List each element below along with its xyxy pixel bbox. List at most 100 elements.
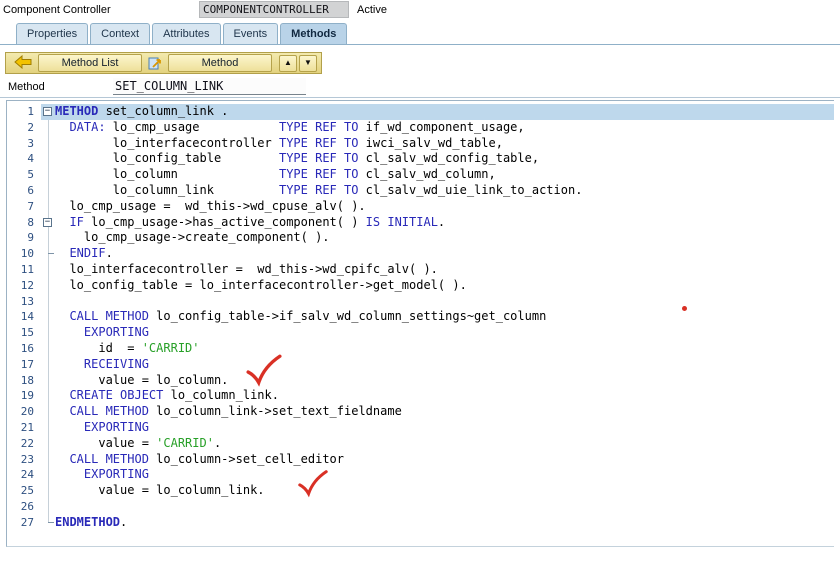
- line-number: 14: [7, 309, 41, 325]
- code-lines: 1−METHOD set_column_link .2 DATA: lo_cmp…: [7, 104, 834, 531]
- controller-type-label: Component Controller: [3, 4, 111, 16]
- method-name-row: Method SET_COLUMN_LINK: [0, 78, 840, 96]
- fold-column: [41, 436, 55, 452]
- fold-column: [41, 120, 55, 136]
- fold-collapse-icon[interactable]: −: [43, 218, 52, 227]
- fold-column: [41, 420, 55, 436]
- line-number: 27: [7, 515, 41, 531]
- code-line-13[interactable]: 13: [7, 294, 834, 310]
- fold-column: [41, 246, 55, 262]
- line-number: 20: [7, 404, 41, 420]
- code-line-8[interactable]: 8− IF lo_cmp_usage->has_active_component…: [7, 215, 834, 231]
- code-line-5[interactable]: 5 lo_column TYPE REF TO cl_salv_wd_colum…: [7, 167, 834, 183]
- code-line-9[interactable]: 9 lo_cmp_usage->create_component( ).: [7, 230, 834, 246]
- code-line-12[interactable]: 12 lo_config_table = lo_interfacecontrol…: [7, 278, 834, 294]
- code-line-26[interactable]: 26: [7, 499, 834, 515]
- line-number: 16: [7, 341, 41, 357]
- fold-column: [41, 309, 55, 325]
- code-line-24[interactable]: 24 EXPORTING: [7, 467, 834, 483]
- code-text: [55, 499, 834, 515]
- line-number: 1: [7, 104, 41, 120]
- code-line-20[interactable]: 20 CALL METHOD lo_column_link->set_text_…: [7, 404, 834, 420]
- fold-end-mark: [48, 253, 54, 254]
- fold-column: [41, 388, 55, 404]
- tab-methods[interactable]: Methods: [280, 23, 347, 44]
- line-number: 12: [7, 278, 41, 294]
- fold-column: [41, 294, 55, 310]
- tab-context[interactable]: Context: [90, 23, 150, 44]
- code-line-21[interactable]: 21 EXPORTING: [7, 420, 834, 436]
- fold-column: [41, 325, 55, 341]
- fold-column: [41, 341, 55, 357]
- code-text: EXPORTING: [55, 325, 834, 341]
- line-number: 7: [7, 199, 41, 215]
- fold-column: [41, 452, 55, 468]
- fold-collapse-icon[interactable]: −: [43, 107, 52, 116]
- fold-column: [41, 151, 55, 167]
- code-text: lo_cmp_usage->create_component( ).: [55, 230, 834, 246]
- code-text: lo_interfacecontroller = wd_this->wd_cpi…: [55, 262, 834, 278]
- code-line-11[interactable]: 11 lo_interfacecontroller = wd_this->wd_…: [7, 262, 834, 278]
- fold-column[interactable]: −: [41, 215, 55, 231]
- code-text: ENDIF.: [55, 246, 834, 262]
- code-line-1[interactable]: 1−METHOD set_column_link .: [7, 104, 834, 120]
- method-button[interactable]: Method: [168, 54, 272, 72]
- code-line-18[interactable]: 18 value = lo_column.: [7, 373, 834, 389]
- line-number: 17: [7, 357, 41, 373]
- goto-method-icon[interactable]: [144, 54, 166, 72]
- code-line-25[interactable]: 25 value = lo_column_link.: [7, 483, 834, 499]
- code-line-27[interactable]: 27ENDMETHOD.: [7, 515, 834, 531]
- line-number: 26: [7, 499, 41, 515]
- code-line-23[interactable]: 23 CALL METHOD lo_column->set_cell_edito…: [7, 452, 834, 468]
- line-number: 4: [7, 151, 41, 167]
- code-text: EXPORTING: [55, 467, 834, 483]
- code-text: [55, 294, 834, 310]
- code-line-10[interactable]: 10 ENDIF.: [7, 246, 834, 262]
- code-line-16[interactable]: 16 id = 'CARRID': [7, 341, 834, 357]
- code-line-14[interactable]: 14 CALL METHOD lo_config_table->if_salv_…: [7, 309, 834, 325]
- tab-attributes[interactable]: Attributes: [152, 23, 220, 44]
- code-line-15[interactable]: 15 EXPORTING: [7, 325, 834, 341]
- method-toolbar: Method List Method ▲ ▼: [5, 52, 322, 74]
- code-line-22[interactable]: 22 value = 'CARRID'.: [7, 436, 834, 452]
- code-text: lo_config_table TYPE REF TO cl_salv_wd_c…: [55, 151, 834, 167]
- code-text: lo_interfacecontroller TYPE REF TO iwci_…: [55, 136, 834, 152]
- code-line-7[interactable]: 7 lo_cmp_usage = wd_this->wd_cpuse_alv( …: [7, 199, 834, 215]
- fold-column[interactable]: −: [41, 104, 55, 120]
- code-text: lo_cmp_usage = wd_this->wd_cpuse_alv( ).: [55, 199, 834, 215]
- code-text: CALL METHOD lo_column->set_cell_editor: [55, 452, 834, 468]
- line-number: 23: [7, 452, 41, 468]
- line-number: 21: [7, 420, 41, 436]
- line-number: 19: [7, 388, 41, 404]
- method-name-field[interactable]: SET_COLUMN_LINK: [113, 78, 306, 95]
- tab-properties[interactable]: Properties: [16, 23, 88, 44]
- code-text: DATA: lo_cmp_usage TYPE REF TO if_wd_com…: [55, 120, 834, 136]
- code-line-2[interactable]: 2 DATA: lo_cmp_usage TYPE REF TO if_wd_c…: [7, 120, 834, 136]
- line-number: 24: [7, 467, 41, 483]
- method-list-button[interactable]: Method List: [38, 54, 142, 72]
- header-bar: Component Controller COMPONENTCONTROLLER…: [0, 0, 840, 20]
- code-text: id = 'CARRID': [55, 341, 834, 357]
- code-line-19[interactable]: 19 CREATE OBJECT lo_column_link.: [7, 388, 834, 404]
- code-line-4[interactable]: 4 lo_config_table TYPE REF TO cl_salv_wd…: [7, 151, 834, 167]
- line-number: 15: [7, 325, 41, 341]
- fold-column: [41, 499, 55, 515]
- back-arrow-icon: [14, 55, 32, 72]
- code-text: RECEIVING: [55, 357, 834, 373]
- code-line-6[interactable]: 6 lo_column_link TYPE REF TO cl_salv_wd_…: [7, 183, 834, 199]
- abap-code-editor[interactable]: 1−METHOD set_column_link .2 DATA: lo_cmp…: [6, 100, 834, 547]
- controller-name-field[interactable]: COMPONENTCONTROLLER: [199, 1, 349, 18]
- next-method-button[interactable]: ▼: [299, 55, 317, 72]
- code-text: value = 'CARRID'.: [55, 436, 834, 452]
- previous-method-button[interactable]: ▲: [279, 55, 297, 72]
- line-number: 9: [7, 230, 41, 246]
- tab-divider: [0, 44, 840, 45]
- code-line-3[interactable]: 3 lo_interfacecontroller TYPE REF TO iwc…: [7, 136, 834, 152]
- back-button[interactable]: [10, 54, 36, 72]
- fold-column: [41, 483, 55, 499]
- tab-events[interactable]: Events: [223, 23, 279, 44]
- method-field-label: Method: [8, 81, 45, 93]
- status-label: Active: [357, 4, 387, 16]
- code-text: lo_column TYPE REF TO cl_salv_wd_column,: [55, 167, 834, 183]
- code-line-17[interactable]: 17 RECEIVING: [7, 357, 834, 373]
